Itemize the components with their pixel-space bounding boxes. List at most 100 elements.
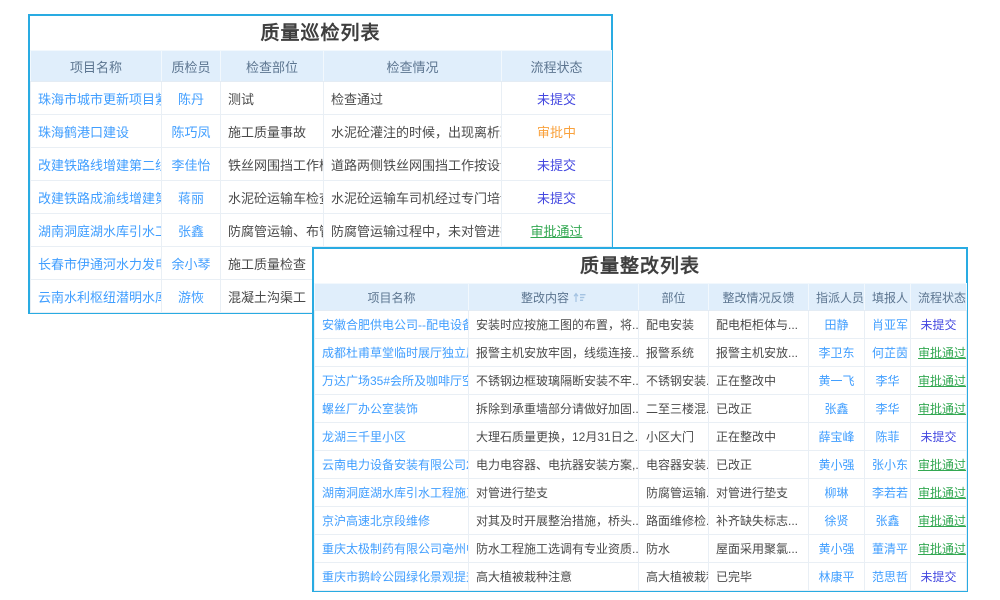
person-link[interactable]: 董清平 [872, 542, 908, 556]
table-cell: 改建铁路线增建第二线... [31, 148, 162, 181]
project-link[interactable]: 珠海市城市更新项目紫... [38, 92, 162, 107]
status-badge[interactable]: 未提交 [537, 92, 576, 107]
person-link[interactable]: 黄一飞 [818, 374, 854, 388]
rectification-list-title: 质量整改列表 [314, 249, 966, 283]
table-cell: 张小东 [865, 451, 911, 479]
table-cell: 林康平 [809, 563, 865, 591]
project-link[interactable]: 京沪高速北京段维修 [322, 514, 430, 528]
person-link[interactable]: 张鑫 [178, 224, 204, 239]
table-cell: 徐贤 [809, 507, 865, 535]
person-link[interactable]: 李若若 [872, 486, 908, 500]
project-link[interactable]: 安徽合肥供电公司--配电设备... [322, 318, 469, 332]
column-header-label: 指派人员 [816, 291, 864, 305]
status-badge[interactable]: 审批通过 [918, 346, 966, 360]
table-cell: 水泥砼运输车检查 [221, 181, 324, 214]
cell-text: 正在整改中 [716, 430, 776, 444]
person-link[interactable]: 张鑫 [824, 402, 848, 416]
person-link[interactable]: 徐贤 [824, 514, 848, 528]
person-link[interactable]: 李佳怡 [171, 158, 210, 173]
table-cell: 未提交 [911, 423, 967, 451]
project-link[interactable]: 湖南洞庭湖水库引水工... [38, 224, 162, 239]
project-link[interactable]: 重庆太极制药有限公司亳州中... [322, 542, 469, 556]
table-row: 螺丝厂办公室装饰拆除到承重墙部分请做好加固...二至三楼混...已改正张鑫李华审… [315, 395, 967, 423]
cell-text: 高大植被栽种注意 [476, 570, 572, 584]
status-badge[interactable]: 审批中 [537, 125, 576, 140]
project-link[interactable]: 湖南洞庭湖水库引水工程施工标 [322, 486, 469, 500]
cell-text: 混凝土沟渠工 [228, 290, 306, 305]
table-cell: 二至三楼混... [639, 395, 709, 423]
project-link[interactable]: 改建铁路线增建第二线... [38, 158, 162, 173]
status-badge[interactable]: 审批通过 [530, 224, 582, 239]
project-link[interactable]: 万达广场35#会所及咖啡厅空... [322, 374, 469, 388]
cell-text: 防腐管运输... [646, 486, 709, 500]
cell-text: 电力电容器、电抗器安装方案,... [476, 458, 639, 472]
person-link[interactable]: 张小东 [872, 458, 908, 472]
table-cell: 报警主机安放牢固，线缆连接... [469, 339, 639, 367]
status-badge[interactable]: 未提交 [920, 570, 956, 584]
person-link[interactable]: 陈菲 [875, 430, 899, 444]
status-badge[interactable]: 审批通过 [918, 402, 966, 416]
person-link[interactable]: 黄小强 [818, 542, 854, 556]
status-badge[interactable]: 审批通过 [918, 542, 966, 556]
person-link[interactable]: 蒋丽 [178, 191, 204, 206]
status-badge[interactable]: 审批通过 [918, 486, 966, 500]
person-link[interactable]: 何芷茵 [872, 346, 908, 360]
status-badge[interactable]: 审批通过 [918, 374, 966, 388]
status-badge[interactable]: 审批通过 [918, 458, 966, 472]
project-link[interactable]: 珠海鹤港口建设 [38, 125, 129, 140]
project-link[interactable]: 螺丝厂办公室装饰 [322, 402, 418, 416]
person-link[interactable]: 李华 [875, 374, 899, 388]
rectification-list-panel: 质量整改列表 项目名称整改内容部位整改情况反馈指派人员填报人流程状态 安徽合肥供… [312, 247, 968, 592]
column-header-rectify-content[interactable]: 整改内容 [469, 284, 639, 311]
table-cell: 螺丝厂办公室装饰 [315, 395, 469, 423]
person-link[interactable]: 黄小强 [818, 458, 854, 472]
table-cell: 万达广场35#会所及咖啡厅空... [315, 367, 469, 395]
person-link[interactable]: 柳琳 [824, 486, 848, 500]
project-link[interactable]: 重庆市鹅岭公园绿化景观提升... [322, 570, 469, 584]
status-badge[interactable]: 未提交 [537, 158, 576, 173]
table-cell: 黄小强 [809, 451, 865, 479]
person-link[interactable]: 李华 [875, 402, 899, 416]
person-link[interactable]: 范思哲 [872, 570, 908, 584]
project-link[interactable]: 成都杜甫草堂临时展厅独立展... [322, 346, 469, 360]
cell-text: 施工质量检查 [228, 257, 306, 272]
table-cell: 京沪高速北京段维修 [315, 507, 469, 535]
person-link[interactable]: 陈巧凤 [171, 125, 210, 140]
table-row: 改建铁路成渝线增建第...蒋丽水泥砼运输车检查水泥砼运输车司机经过专门培训...… [31, 181, 612, 214]
table-cell: 对管进行垫支 [709, 479, 809, 507]
person-link[interactable]: 田静 [824, 318, 848, 332]
person-link[interactable]: 肖亚军 [872, 318, 908, 332]
cell-text: 水泥砼运输车检查 [228, 191, 324, 206]
person-link[interactable]: 余小琴 [171, 257, 210, 272]
table-row: 万达广场35#会所及咖啡厅空...不锈钢边框玻璃隔断安装不牢...不锈钢安装..… [315, 367, 967, 395]
table-cell: 未提交 [502, 181, 612, 214]
person-link[interactable]: 李卫东 [818, 346, 854, 360]
cell-text: 铁丝网围挡工作检查 [228, 158, 324, 173]
table-cell: 未提交 [502, 148, 612, 181]
person-link[interactable]: 林康平 [818, 570, 854, 584]
project-link[interactable]: 云南电力设备安装有限公司20... [322, 458, 469, 472]
person-link[interactable]: 薛宝峰 [818, 430, 854, 444]
table-cell: 未提交 [911, 311, 967, 339]
column-header-process-status: 流程状态 [502, 51, 612, 82]
table-cell: 未提交 [502, 82, 612, 115]
table-cell: 已改正 [709, 451, 809, 479]
person-link[interactable]: 陈丹 [178, 92, 204, 107]
person-link[interactable]: 张鑫 [875, 514, 899, 528]
project-link[interactable]: 云南水利枢纽潜明水库... [38, 290, 162, 305]
table-cell: 田静 [809, 311, 865, 339]
status-badge[interactable]: 审批通过 [918, 514, 966, 528]
inspection-table-header: 项目名称质检员检查部位检查情况流程状态 [31, 51, 612, 82]
project-link[interactable]: 龙湖三千里小区 [322, 430, 406, 444]
sort-icon[interactable] [573, 292, 586, 306]
project-link[interactable]: 改建铁路成渝线增建第... [38, 191, 162, 206]
table-cell: 云南电力设备安装有限公司20... [315, 451, 469, 479]
table-cell: 防腐管运输... [639, 479, 709, 507]
status-badge[interactable]: 未提交 [537, 191, 576, 206]
cell-text: 防水 [646, 542, 670, 556]
person-link[interactable]: 游恢 [178, 290, 204, 305]
status-badge[interactable]: 未提交 [920, 430, 956, 444]
project-link[interactable]: 长春市伊通河水力发电... [38, 257, 162, 272]
status-badge[interactable]: 未提交 [920, 318, 956, 332]
cell-text: 二至三楼混... [646, 402, 709, 416]
